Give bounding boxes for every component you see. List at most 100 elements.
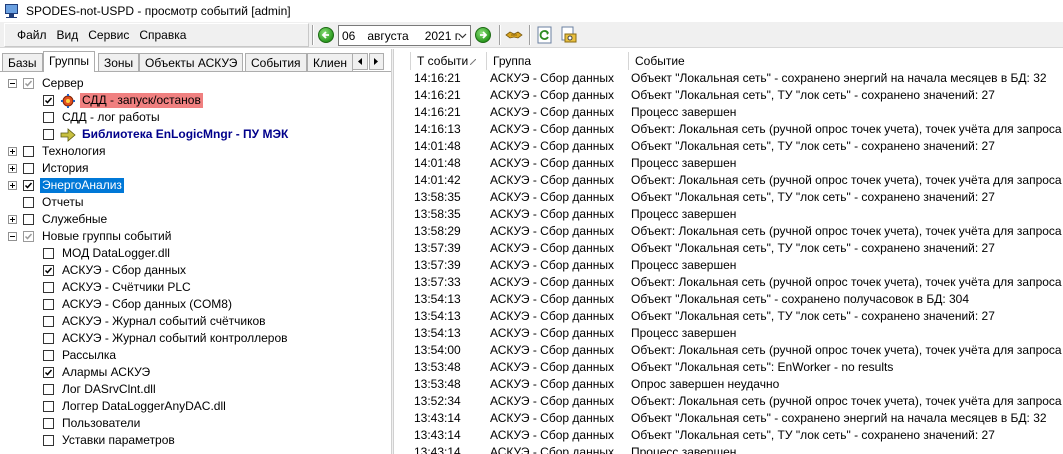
tree-item-checkbox[interactable] [43, 265, 54, 276]
date-picker[interactable]: 06 августа 2021 г. [338, 25, 471, 46]
tree-item-checkbox[interactable] [43, 367, 54, 378]
next-date-button[interactable] [475, 27, 491, 43]
table-row[interactable]: 13:58:29 АСКУЭ - Сбор данных Объект: Локал… [394, 223, 1063, 240]
tree-item-checkbox[interactable] [43, 95, 54, 106]
tree-item-checkbox[interactable] [43, 435, 54, 446]
table-row[interactable]: 13:54:13 АСКУЭ - Сбор данных Объект "Локал… [394, 308, 1063, 325]
tree-item[interactable]: АСКУЭ - Сбор данных (COM8) [43, 296, 234, 313]
refresh-icon[interactable] [536, 26, 554, 44]
table-row[interactable]: 13:54:13 АСКУЭ - Сбор данных Объект "Локал… [394, 291, 1063, 308]
tree-item[interactable]: Уставки параметров [43, 432, 177, 449]
tree-item-label: АСКУЭ - Сбор данных [62, 263, 186, 277]
menu-view[interactable]: Вид [53, 28, 83, 42]
table-row[interactable]: 13:43:14 АСКУЭ - Сбор данных Процесс завер… [394, 444, 1063, 454]
tree-item-checkbox[interactable] [23, 180, 34, 191]
tree-item[interactable]: АСКУЭ - Журнал событий контроллеров [43, 330, 290, 347]
table-row[interactable]: 13:54:13 АСКУЭ - Сбор данных Процесс завер… [394, 325, 1063, 342]
tree-item-checkbox[interactable] [43, 112, 54, 123]
menu-help[interactable]: Справка [135, 28, 190, 42]
tree-item-checkbox[interactable] [23, 78, 34, 89]
tree-item[interactable]: Отчеты [8, 194, 85, 211]
print-preview-icon[interactable] [559, 26, 577, 44]
tree-item[interactable]: Технология [8, 143, 108, 160]
expand-icon[interactable] [8, 164, 17, 173]
table-row[interactable]: 13:58:35 АСКУЭ - Сбор данных Объект "Локал… [394, 189, 1063, 206]
table-row[interactable]: 13:43:14 АСКУЭ - Сбор данных Объект "Локал… [394, 427, 1063, 444]
table-row[interactable]: 14:16:21 АСКУЭ - Сбор данных Процесс завер… [394, 104, 1063, 121]
prev-date-button[interactable] [318, 27, 334, 43]
table-row[interactable]: 14:01:48 АСКУЭ - Сбор данных Процесс завер… [394, 155, 1063, 172]
tree-item[interactable]: Рассылка [43, 347, 118, 364]
column-header-group[interactable]: Группа [487, 52, 629, 70]
tree-item[interactable]: Библиотека EnLogicMngr - ПУ МЭК [43, 126, 290, 143]
tree-item-checkbox[interactable] [43, 350, 54, 361]
table-row[interactable]: 13:54:00 АСКУЭ - Сбор данных Объект: Локал… [394, 342, 1063, 359]
tree-item[interactable]: Новые группы событий [8, 228, 173, 245]
tab-events[interactable]: События [245, 53, 307, 71]
tree-item[interactable]: АСКУЭ - Счётчики PLC [43, 279, 193, 296]
event-text: Объект: Локальная сеть (ручной опрос точ… [631, 275, 1062, 289]
tree-item-checkbox[interactable] [43, 418, 54, 429]
event-text: Процесс завершен [631, 207, 737, 221]
tree-item[interactable]: ЭнергоАнализ [8, 177, 124, 194]
expand-icon[interactable] [8, 181, 17, 190]
tree-item[interactable]: МОД DataLogger.dll [43, 245, 172, 262]
tree-item-checkbox[interactable] [43, 129, 54, 140]
table-row[interactable]: 14:01:48 АСКУЭ - Сбор данных Объект "Локал… [394, 138, 1063, 155]
menu-service[interactable]: Сервис [84, 28, 133, 42]
tree-item[interactable]: Пользователи [43, 415, 142, 432]
table-row[interactable]: 13:52:34 АСКУЭ - Сбор данных Объект: Локал… [394, 393, 1063, 410]
table-row[interactable]: 13:58:35 АСКУЭ - Сбор данных Процесс завер… [394, 206, 1063, 223]
handshake-icon[interactable] [505, 26, 523, 44]
tab-clients[interactable]: Клиен [307, 53, 353, 71]
tree-item[interactable]: АСКУЭ - Сбор данных [43, 262, 188, 279]
chevron-down-icon[interactable] [457, 30, 468, 41]
table-row[interactable]: 14:16:21 АСКУЭ - Сбор данных Объект "Локал… [394, 87, 1063, 104]
tree-item[interactable]: СДД - лог работы [43, 109, 162, 126]
tab-scroll-right-button[interactable] [368, 53, 384, 70]
tab-bases[interactable]: Базы [2, 53, 43, 71]
collapse-icon[interactable] [8, 232, 17, 241]
table-row[interactable]: 13:43:14 АСКУЭ - Сбор данных Объект "Локал… [394, 410, 1063, 427]
tree-item-checkbox[interactable] [23, 214, 34, 225]
tree-item-checkbox[interactable] [43, 384, 54, 395]
tree-item[interactable]: АСКУЭ - Журнал событий счётчиков [43, 313, 268, 330]
table-row[interactable]: 13:53:48 АСКУЭ - Сбор данных Объект "Локал… [394, 359, 1063, 376]
table-row[interactable]: 14:16:21 АСКУЭ - Сбор данных Объект "Локал… [394, 70, 1063, 87]
column-header-time[interactable]: Т событи [411, 52, 487, 70]
tree-item[interactable]: Логгер DataLoggerAnyDAC.dll [43, 398, 228, 415]
tree-item-checkbox[interactable] [43, 299, 54, 310]
tab-askue-objects[interactable]: Объекты АСКУЭ [139, 53, 244, 71]
event-group: АСКУЭ - Сбор данных [490, 190, 614, 204]
tree-item-checkbox[interactable] [43, 401, 54, 412]
collapse-icon[interactable] [8, 79, 17, 88]
table-row[interactable]: 13:57:39 АСКУЭ - Сбор данных Объект "Локал… [394, 240, 1063, 257]
column-header-event[interactable]: Событие [629, 52, 1063, 70]
table-row[interactable]: 13:57:33 АСКУЭ - Сбор данных Объект: Локал… [394, 274, 1063, 291]
tree-item[interactable]: Алармы АСКУЭ [43, 364, 152, 381]
table-row[interactable]: 13:57:39 АСКУЭ - Сбор данных Процесс завер… [394, 257, 1063, 274]
tree-item-checkbox[interactable] [43, 316, 54, 327]
tree-item-checkbox[interactable] [43, 282, 54, 293]
table-row[interactable]: 14:01:42 АСКУЭ - Сбор данных Объект: Локал… [394, 172, 1063, 189]
table-row[interactable]: 13:53:48 АСКУЭ - Сбор данных Опрос заверше… [394, 376, 1063, 393]
tab-scroll-left-button[interactable] [352, 53, 368, 70]
menu-file[interactable]: Файл [13, 28, 51, 42]
tree-item-checkbox[interactable] [23, 146, 34, 157]
tree-item[interactable]: Лог DASrvClnt.dll [43, 381, 158, 398]
tree-item-checkbox[interactable] [43, 333, 54, 344]
event-group: АСКУЭ - Сбор данных [490, 241, 614, 255]
tree-item-checkbox[interactable] [23, 197, 34, 208]
tree-item[interactable]: История [8, 160, 91, 177]
tree-item[interactable]: Сервер [8, 75, 86, 92]
table-row[interactable]: 14:16:13 АСКУЭ - Сбор данных Объект: Локал… [394, 121, 1063, 138]
tree-item-checkbox[interactable] [23, 231, 34, 242]
tab-zones[interactable]: Зоны [98, 53, 140, 71]
tree-item-checkbox[interactable] [23, 163, 34, 174]
expand-icon[interactable] [8, 215, 17, 224]
tree-item[interactable]: Служебные [8, 211, 109, 228]
tree-item[interactable]: СДД - запуск/останов [43, 92, 203, 109]
expand-icon[interactable] [8, 147, 17, 156]
tree-item-checkbox[interactable] [43, 248, 54, 259]
tab-groups[interactable]: Группы [43, 51, 95, 72]
